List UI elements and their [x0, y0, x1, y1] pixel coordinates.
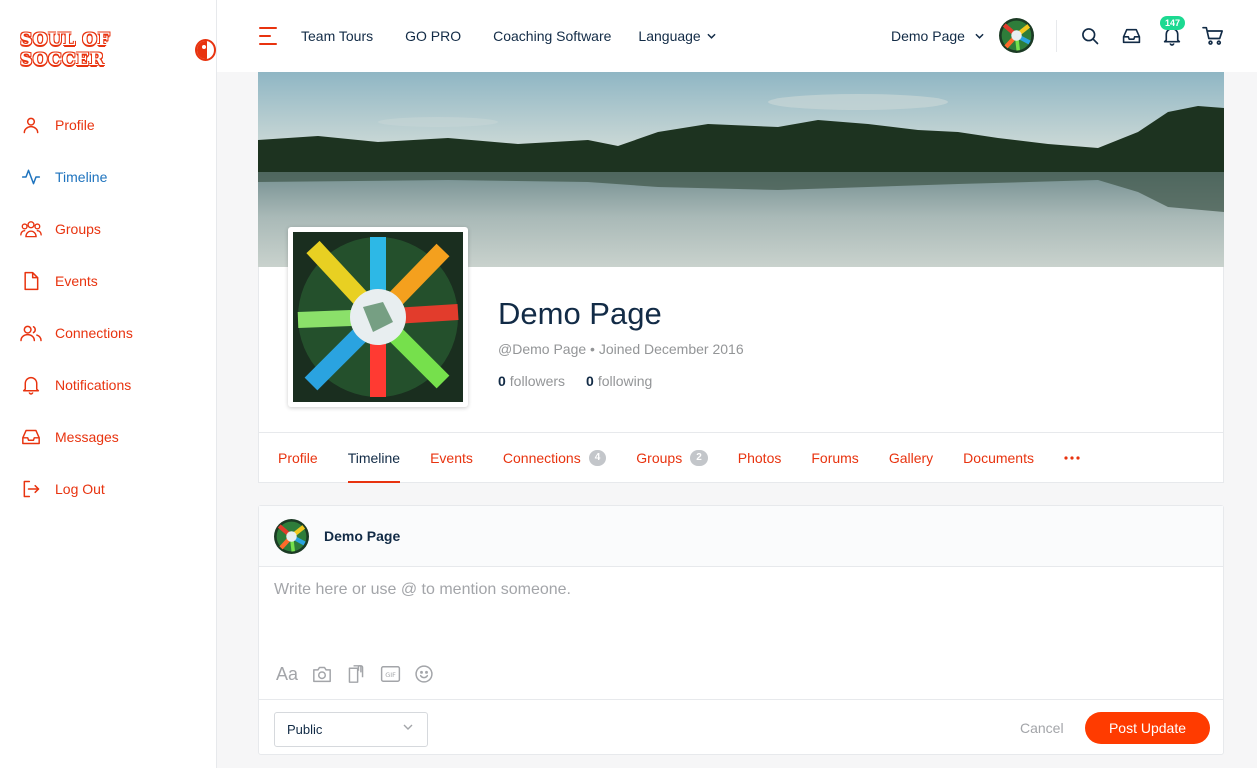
menu-team-tours[interactable]: Team Tours [301, 28, 373, 44]
more-tabs-button[interactable] [1064, 433, 1080, 483]
user-icon [20, 114, 42, 136]
sidebar-item-connections[interactable]: Connections [0, 307, 217, 359]
top-menu: Team Tours GO PRO Coaching Software Lang… [301, 0, 716, 72]
sidebar-item-label: Profile [55, 117, 95, 133]
count-badge: 4 [588, 450, 607, 466]
tab-photos[interactable]: Photos [738, 433, 782, 483]
sidebar-item-label: Timeline [55, 169, 108, 185]
activity-icon [20, 166, 42, 188]
file-icon [20, 270, 42, 292]
sidebar-nav: Profile Timeline Groups Events Connectio… [0, 99, 217, 515]
profile-picture[interactable] [288, 227, 468, 407]
profile-tabs: Profile Timeline Events Connections 4 Gro… [278, 433, 1110, 483]
user-name: Demo Page [891, 28, 965, 44]
more-dots-icon [1064, 456, 1080, 460]
sidebar-item-notifications[interactable]: Notifications [0, 359, 217, 411]
user-menu[interactable]: Demo Page [891, 0, 984, 72]
tab-profile[interactable]: Profile [278, 433, 318, 483]
attachment-icon[interactable] [344, 662, 368, 686]
gif-icon[interactable]: GIF [378, 662, 402, 686]
menu-go-pro[interactable]: GO PRO [405, 28, 461, 44]
tab-timeline[interactable]: Timeline [347, 433, 401, 483]
menu-language-label: Language [638, 28, 701, 44]
sidebar-item-label: Notifications [55, 377, 132, 393]
camera-icon[interactable] [310, 662, 334, 686]
search-icon[interactable] [1078, 24, 1102, 48]
post-composer-header: Demo Page [259, 506, 1223, 567]
tab-gallery[interactable]: Gallery [889, 433, 933, 483]
sidebar-item-label: Groups [55, 221, 101, 237]
tab-documents[interactable]: Documents [963, 433, 1034, 483]
profile-handle: @Demo Page [498, 341, 587, 357]
post-update-button[interactable]: Post Update [1085, 712, 1210, 744]
privacy-select-value: Public [287, 722, 323, 737]
profile-joined: Joined December 2016 [598, 341, 744, 357]
chevron-down-icon [403, 724, 413, 730]
following-stat[interactable]: 0 following [586, 373, 652, 389]
header-divider [1056, 20, 1057, 52]
sidebar-item-messages[interactable]: Messages [0, 411, 217, 463]
menu-coaching-software[interactable]: Coaching Software [493, 28, 611, 44]
logo[interactable]: SOUL OF SOCCER [20, 30, 216, 70]
inbox-icon [20, 426, 42, 448]
sidebar: SOUL OF SOCCER Profile Timeline Groups E… [0, 0, 217, 768]
post-composer: Demo Page Write here or use @ to mention… [258, 505, 1224, 755]
sidebar-item-profile[interactable]: Profile [0, 99, 217, 151]
post-author-name: Demo Page [324, 528, 401, 544]
chevron-down-icon [975, 33, 984, 39]
profile-name: Demo Page [498, 296, 662, 331]
post-composer-footer: Public Cancel Post Update [259, 699, 1223, 754]
post-input[interactable]: Write here or use @ to mention someone. [274, 581, 571, 599]
followers-stat[interactable]: 0 followers [498, 373, 565, 389]
tab-forums[interactable]: Forums [811, 433, 858, 483]
sidebar-item-events[interactable]: Events [0, 255, 217, 307]
inbox-icon[interactable] [1119, 24, 1143, 48]
logo-text: SOUL OF SOCCER [20, 30, 111, 70]
menu-language[interactable]: Language [638, 28, 716, 44]
profile-meta: @Demo Page • Joined December 2016 [498, 341, 744, 357]
sidebar-item-logout[interactable]: Log Out [0, 463, 217, 515]
svg-text:GIF: GIF [385, 671, 396, 679]
tab-groups[interactable]: Groups 2 [636, 433, 708, 483]
follow-stats: 0 followers 0 following [498, 373, 652, 389]
text-format-button[interactable]: Aa [274, 662, 300, 686]
avatar[interactable] [999, 18, 1034, 53]
emoji-icon[interactable] [412, 662, 436, 686]
logout-icon [20, 478, 42, 500]
sidebar-item-label: Log Out [55, 481, 105, 497]
notification-count-badge: 147 [1160, 16, 1186, 30]
groups-icon [20, 218, 42, 240]
count-badge: 2 [690, 450, 708, 466]
cancel-button[interactable]: Cancel [1020, 712, 1064, 744]
sidebar-item-timeline[interactable]: Timeline [0, 151, 217, 203]
avatar [274, 518, 309, 554]
bell-icon [20, 374, 42, 396]
privacy-select[interactable]: Public [274, 712, 428, 747]
sidebar-item-groups[interactable]: Groups [0, 203, 217, 255]
meta-separator: • [590, 341, 599, 357]
cart-icon[interactable] [1201, 24, 1225, 48]
yin-yang-icon [195, 39, 216, 61]
chevron-down-icon [707, 33, 716, 39]
sidebar-item-label: Events [55, 273, 98, 289]
top-header: Team Tours GO PRO Coaching Software Lang… [217, 0, 1257, 72]
users-icon [20, 322, 42, 344]
tab-events[interactable]: Events [430, 433, 473, 483]
sidebar-item-label: Connections [55, 325, 133, 341]
post-toolbar: Aa GIF [274, 662, 446, 686]
tab-connections[interactable]: Connections 4 [503, 433, 607, 483]
sidebar-item-label: Messages [55, 429, 119, 445]
hamburger-menu-icon[interactable] [259, 27, 279, 45]
